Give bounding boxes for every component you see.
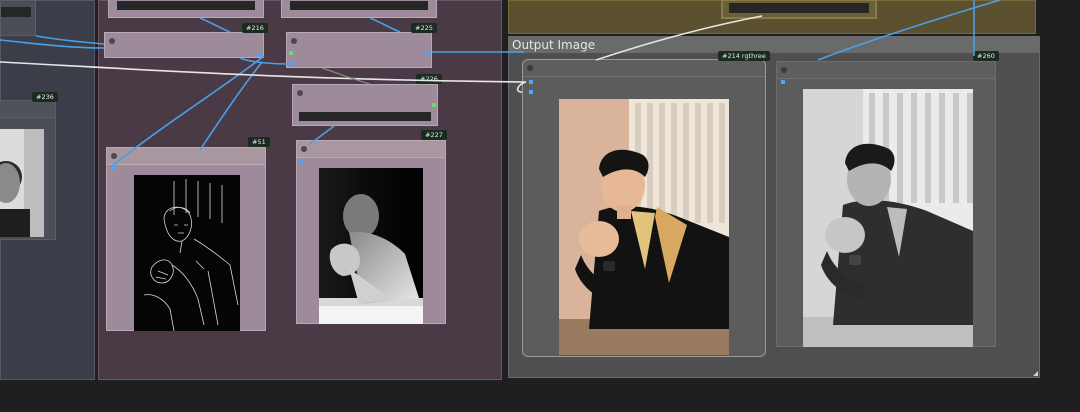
resize-icon[interactable]	[1033, 371, 1038, 376]
square-port-icon[interactable]	[426, 51, 430, 55]
badge-214: #214 rgthree	[718, 51, 770, 61]
node-236-image	[0, 129, 44, 237]
portrait-bw-image	[0, 129, 44, 237]
node-226-bar	[299, 112, 431, 121]
node-236-header[interactable]	[0, 101, 55, 118]
node-214[interactable]	[522, 59, 766, 357]
node-top-right[interactable]	[281, 0, 437, 18]
badge-225: #225	[411, 23, 437, 33]
circle-dot-icon[interactable]	[297, 90, 303, 96]
circle-dot-icon[interactable]	[527, 65, 533, 71]
square-port-icon[interactable]	[432, 103, 436, 107]
square-port-icon[interactable]	[299, 159, 303, 163]
square-port-icon[interactable]	[289, 61, 293, 65]
left-top-node[interactable]	[0, 0, 36, 36]
square-port-icon[interactable]	[111, 166, 115, 170]
depth-map-image	[319, 168, 423, 324]
circle-dot-icon[interactable]	[301, 146, 307, 152]
node-227-header[interactable]	[297, 141, 445, 158]
node-225[interactable]	[286, 32, 432, 68]
olive-node-bar	[729, 3, 869, 13]
node-51-header[interactable]	[107, 148, 265, 165]
node-top-left-bar	[117, 1, 255, 10]
node-216[interactable]	[104, 32, 264, 58]
circle-dot-icon[interactable]	[109, 38, 115, 44]
node-260-image	[803, 89, 973, 347]
square-port-icon[interactable]	[529, 80, 533, 84]
square-port-icon[interactable]	[781, 80, 785, 84]
portrait-bw-output-image	[803, 89, 973, 347]
node-top-right-bar	[290, 1, 428, 10]
lineart-image	[134, 175, 240, 331]
badge-216: #216	[242, 23, 268, 33]
circle-dot-icon[interactable]	[781, 67, 787, 73]
node-260-header[interactable]	[777, 62, 995, 79]
node-214-image	[559, 99, 729, 355]
square-port-icon[interactable]	[529, 90, 533, 94]
square-port-icon[interactable]	[258, 53, 262, 57]
badge-227: #227	[421, 130, 447, 140]
circle-dot-icon[interactable]	[111, 153, 117, 159]
olive-node[interactable]	[721, 0, 877, 19]
node-227-image	[319, 168, 423, 324]
node-236[interactable]	[0, 100, 56, 240]
node-226[interactable]	[292, 84, 438, 126]
badge-236: #236	[32, 92, 58, 102]
node-214-header[interactable]	[523, 60, 765, 77]
node-top-left[interactable]	[108, 0, 264, 18]
node-227[interactable]	[296, 140, 446, 324]
badge-226: #226	[416, 74, 442, 84]
badge-51: #51	[248, 137, 270, 147]
left-top-node-bar	[1, 7, 31, 17]
badge-260: #260	[973, 51, 999, 61]
square-port-icon[interactable]	[289, 51, 293, 55]
node-51[interactable]	[106, 147, 266, 331]
portrait-color-image	[559, 99, 729, 355]
node-51-image	[134, 175, 240, 331]
circle-dot-icon[interactable]	[291, 38, 297, 44]
group-olive[interactable]	[508, 0, 1036, 34]
node-260[interactable]	[776, 61, 996, 347]
output-group-title: Output Image	[512, 38, 596, 52]
